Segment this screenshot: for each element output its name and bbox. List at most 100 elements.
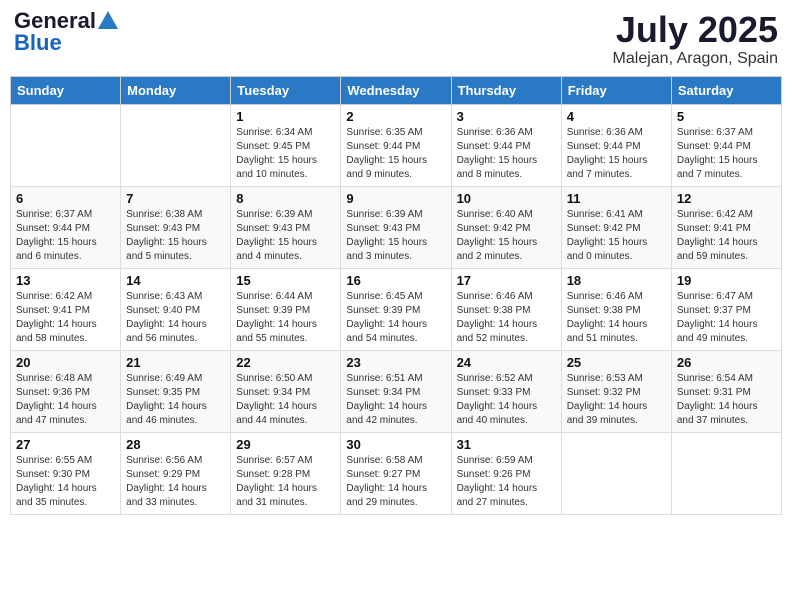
day-number: 2 [346, 109, 445, 124]
calendar-cell: 30 Sunrise: 6:58 AM Sunset: 9:27 PM Dayli… [341, 432, 451, 514]
calendar-cell: 4Sunrise: 6:36 AM Sunset: 9:44 PM Daylig… [561, 104, 671, 186]
day-info: Sunrise: 6:47 AM Sunset: 9:37 PM Dayligh… [677, 290, 776, 346]
day-number: 30 [346, 437, 445, 452]
weekday-header: Sunday [11, 76, 121, 104]
day-info: Sunrise: 6:42 AM Sunset: 9:41 PM Dayligh… [677, 208, 776, 264]
day-info: Sunrise: 6:49 AM Sunset: 9:35 PM Dayligh… [126, 372, 225, 428]
calendar-week-row: 6 Sunrise: 6:37 AM Sunset: 9:44 PM Daylig… [11, 186, 782, 268]
day-info: Sunrise: 6:52 AM Sunset: 9:33 PM Dayligh… [457, 372, 556, 428]
day-number: 12 [677, 191, 776, 206]
logo-general-text: General [14, 10, 96, 32]
calendar-cell: 1 Sunrise: 6:34 AM Sunset: 9:45 PM Daylig… [231, 104, 341, 186]
day-number: 20 [16, 355, 115, 370]
day-info: Sunrise: 6:56 AM Sunset: 9:29 PM Dayligh… [126, 454, 225, 510]
day-number: 28 [126, 437, 225, 452]
calendar-week-row: 27 Sunrise: 6:55 AM Sunset: 9:30 PM Dayli… [11, 432, 782, 514]
logo: General Blue [14, 10, 118, 55]
calendar-cell: 29Sunrise: 6:57 AM Sunset: 9:28 PM Dayli… [231, 432, 341, 514]
day-number: 11 [567, 191, 666, 206]
weekday-header: Thursday [451, 76, 561, 104]
day-info: Sunrise: 6:35 AM Sunset: 9:44 PM Dayligh… [346, 126, 445, 182]
calendar-cell: 8 Sunrise: 6:39 AM Sunset: 9:43 PM Daylig… [231, 186, 341, 268]
day-number: 16 [346, 273, 445, 288]
logo-blue-text: Blue [14, 30, 62, 55]
day-number: 31 [457, 437, 556, 452]
calendar-cell: 7 Sunrise: 6:38 AM Sunset: 9:43 PM Daylig… [121, 186, 231, 268]
day-number: 3 [457, 109, 556, 124]
calendar-cell: 31 Sunrise: 6:59 AM Sunset: 9:26 PM Dayli… [451, 432, 561, 514]
day-number: 18 [567, 273, 666, 288]
calendar-cell: 9 Sunrise: 6:39 AM Sunset: 9:43 PM Daylig… [341, 186, 451, 268]
calendar-week-row: 20Sunrise: 6:48 AM Sunset: 9:36 PM Dayli… [11, 350, 782, 432]
calendar-cell: 21 Sunrise: 6:49 AM Sunset: 9:35 PM Dayli… [121, 350, 231, 432]
day-info: Sunrise: 6:40 AM Sunset: 9:42 PM Dayligh… [457, 208, 556, 264]
calendar-week-row: 1 Sunrise: 6:34 AM Sunset: 9:45 PM Daylig… [11, 104, 782, 186]
day-info: Sunrise: 6:37 AM Sunset: 9:44 PM Dayligh… [677, 126, 776, 182]
day-number: 6 [16, 191, 115, 206]
calendar-cell: 6 Sunrise: 6:37 AM Sunset: 9:44 PM Daylig… [11, 186, 121, 268]
day-info: Sunrise: 6:59 AM Sunset: 9:26 PM Dayligh… [457, 454, 556, 510]
calendar-cell: 20Sunrise: 6:48 AM Sunset: 9:36 PM Dayli… [11, 350, 121, 432]
day-info: Sunrise: 6:37 AM Sunset: 9:44 PM Dayligh… [16, 208, 115, 264]
weekday-header: Friday [561, 76, 671, 104]
calendar-cell: 2 Sunrise: 6:35 AM Sunset: 9:44 PM Daylig… [341, 104, 451, 186]
day-info: Sunrise: 6:51 AM Sunset: 9:34 PM Dayligh… [346, 372, 445, 428]
day-number: 29 [236, 437, 335, 452]
day-info: Sunrise: 6:55 AM Sunset: 9:30 PM Dayligh… [16, 454, 115, 510]
day-number: 27 [16, 437, 115, 452]
calendar-cell: 22Sunrise: 6:50 AM Sunset: 9:34 PM Dayli… [231, 350, 341, 432]
day-info: Sunrise: 6:44 AM Sunset: 9:39 PM Dayligh… [236, 290, 335, 346]
day-info: Sunrise: 6:41 AM Sunset: 9:42 PM Dayligh… [567, 208, 666, 264]
day-number: 21 [126, 355, 225, 370]
calendar-cell: 11 Sunrise: 6:41 AM Sunset: 9:42 PM Dayli… [561, 186, 671, 268]
day-number: 14 [126, 273, 225, 288]
logo-arrow-icon [98, 11, 118, 29]
calendar-cell: 28 Sunrise: 6:56 AM Sunset: 9:29 PM Dayli… [121, 432, 231, 514]
calendar-cell: 23 Sunrise: 6:51 AM Sunset: 9:34 PM Dayli… [341, 350, 451, 432]
calendar-cell: 13Sunrise: 6:42 AM Sunset: 9:41 PM Dayli… [11, 268, 121, 350]
day-number: 9 [346, 191, 445, 206]
day-number: 17 [457, 273, 556, 288]
day-info: Sunrise: 6:53 AM Sunset: 9:32 PM Dayligh… [567, 372, 666, 428]
calendar-cell [121, 104, 231, 186]
day-info: Sunrise: 6:39 AM Sunset: 9:43 PM Dayligh… [236, 208, 335, 264]
day-number: 23 [346, 355, 445, 370]
calendar-cell: 24 Sunrise: 6:52 AM Sunset: 9:33 PM Dayli… [451, 350, 561, 432]
day-number: 7 [126, 191, 225, 206]
day-info: Sunrise: 6:46 AM Sunset: 9:38 PM Dayligh… [457, 290, 556, 346]
title-block: July 2025 Malejan, Aragon, Spain [613, 10, 778, 68]
day-info: Sunrise: 6:39 AM Sunset: 9:43 PM Dayligh… [346, 208, 445, 264]
weekday-header: Saturday [671, 76, 781, 104]
calendar-cell: 3Sunrise: 6:36 AM Sunset: 9:44 PM Daylig… [451, 104, 561, 186]
day-number: 25 [567, 355, 666, 370]
day-info: Sunrise: 6:58 AM Sunset: 9:27 PM Dayligh… [346, 454, 445, 510]
calendar-header-row: SundayMondayTuesdayWednesdayThursdayFrid… [11, 76, 782, 104]
location-title: Malejan, Aragon, Spain [613, 50, 778, 68]
weekday-header: Tuesday [231, 76, 341, 104]
calendar-cell: 16 Sunrise: 6:45 AM Sunset: 9:39 PM Dayli… [341, 268, 451, 350]
calendar-cell [561, 432, 671, 514]
weekday-header: Wednesday [341, 76, 451, 104]
calendar-cell: 5Sunrise: 6:37 AM Sunset: 9:44 PM Daylig… [671, 104, 781, 186]
day-number: 26 [677, 355, 776, 370]
day-info: Sunrise: 6:36 AM Sunset: 9:44 PM Dayligh… [567, 126, 666, 182]
day-info: Sunrise: 6:46 AM Sunset: 9:38 PM Dayligh… [567, 290, 666, 346]
day-number: 13 [16, 273, 115, 288]
calendar-cell [11, 104, 121, 186]
calendar-cell: 10 Sunrise: 6:40 AM Sunset: 9:42 PM Dayli… [451, 186, 561, 268]
calendar-cell: 19 Sunrise: 6:47 AM Sunset: 9:37 PM Dayli… [671, 268, 781, 350]
calendar-cell: 18 Sunrise: 6:46 AM Sunset: 9:38 PM Dayli… [561, 268, 671, 350]
day-number: 19 [677, 273, 776, 288]
day-number: 10 [457, 191, 556, 206]
calendar-cell: 15Sunrise: 6:44 AM Sunset: 9:39 PM Dayli… [231, 268, 341, 350]
day-number: 24 [457, 355, 556, 370]
calendar-table: SundayMondayTuesdayWednesdayThursdayFrid… [10, 76, 782, 515]
day-info: Sunrise: 6:38 AM Sunset: 9:43 PM Dayligh… [126, 208, 225, 264]
calendar-cell: 25 Sunrise: 6:53 AM Sunset: 9:32 PM Dayli… [561, 350, 671, 432]
day-info: Sunrise: 6:34 AM Sunset: 9:45 PM Dayligh… [236, 126, 335, 182]
day-info: Sunrise: 6:54 AM Sunset: 9:31 PM Dayligh… [677, 372, 776, 428]
day-info: Sunrise: 6:45 AM Sunset: 9:39 PM Dayligh… [346, 290, 445, 346]
day-number: 1 [236, 109, 335, 124]
weekday-header: Monday [121, 76, 231, 104]
day-number: 8 [236, 191, 335, 206]
